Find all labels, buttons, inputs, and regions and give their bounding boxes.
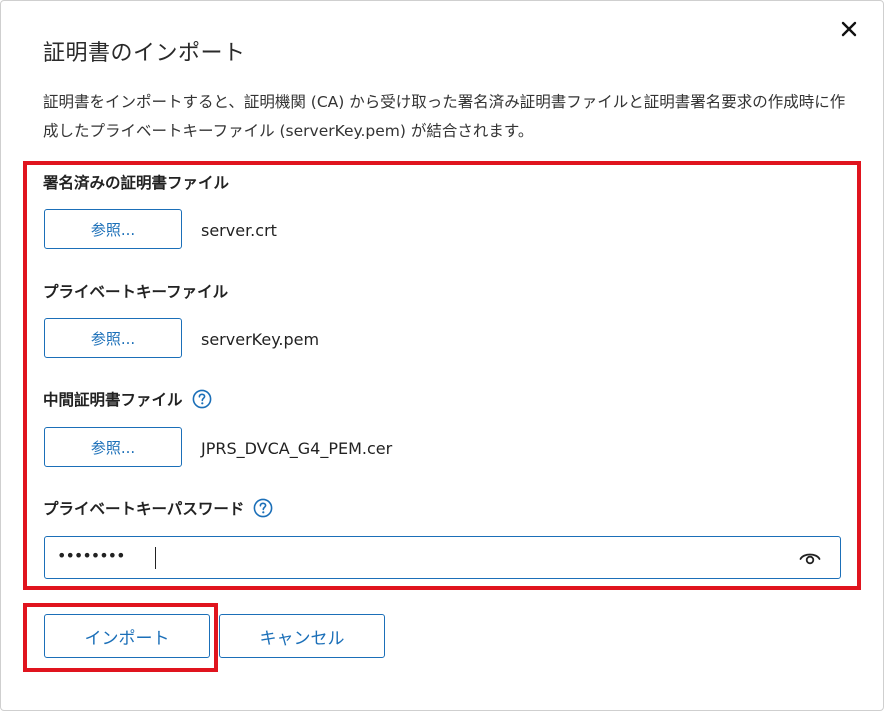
intermediate-cert-label-text: 中間証明書ファイル [43, 391, 183, 409]
eye-icon [799, 553, 821, 565]
password-label: プライベートキーパスワード [43, 497, 273, 519]
close-icon [841, 21, 857, 37]
intermediate-cert-help-button[interactable] [192, 389, 212, 409]
private-key-label: プライベートキーファイル [43, 280, 228, 302]
text-caret [155, 547, 156, 569]
private-key-browse-button[interactable]: 参照... [44, 318, 182, 358]
signed-cert-browse-button[interactable]: 参照... [44, 209, 182, 249]
intermediate-cert-label: 中間証明書ファイル [43, 388, 212, 410]
private-key-file-name: serverKey.pem [201, 330, 320, 349]
signed-cert-label: 署名済みの証明書ファイル [43, 171, 229, 193]
help-icon [253, 498, 273, 518]
signed-cert-file-name: server.crt [201, 221, 277, 240]
show-password-button[interactable] [798, 547, 822, 569]
signed-cert-label-text: 署名済みの証明書ファイル [43, 174, 230, 192]
password-input[interactable]: •••••••• [44, 536, 841, 579]
intermediate-cert-file-name: JPRS_DVCA_G4_PEM.cer [201, 439, 393, 458]
dialog-description: 証明書をインポートすると、証明機関 (CA) から受け取った署名済み証明書ファイ… [43, 93, 846, 140]
import-button[interactable]: インポート [44, 614, 210, 658]
password-help-button[interactable] [253, 498, 273, 518]
close-button[interactable] [835, 15, 863, 43]
cancel-button[interactable]: キャンセル [219, 614, 385, 658]
password-value: •••••••• [57, 546, 125, 565]
help-icon [192, 389, 211, 409]
private-key-label-text: プライベートキーファイル [43, 283, 229, 301]
dialog-title: 証明書のインポート [43, 41, 246, 66]
password-label-text: プライベートキーパスワード [43, 500, 245, 518]
intermediate-cert-browse-button[interactable]: 参照... [44, 427, 182, 467]
import-certificate-dialog: 証明書のインポート 証明書をインポートすると、証明機関 (CA) から受け取った… [0, 0, 884, 711]
